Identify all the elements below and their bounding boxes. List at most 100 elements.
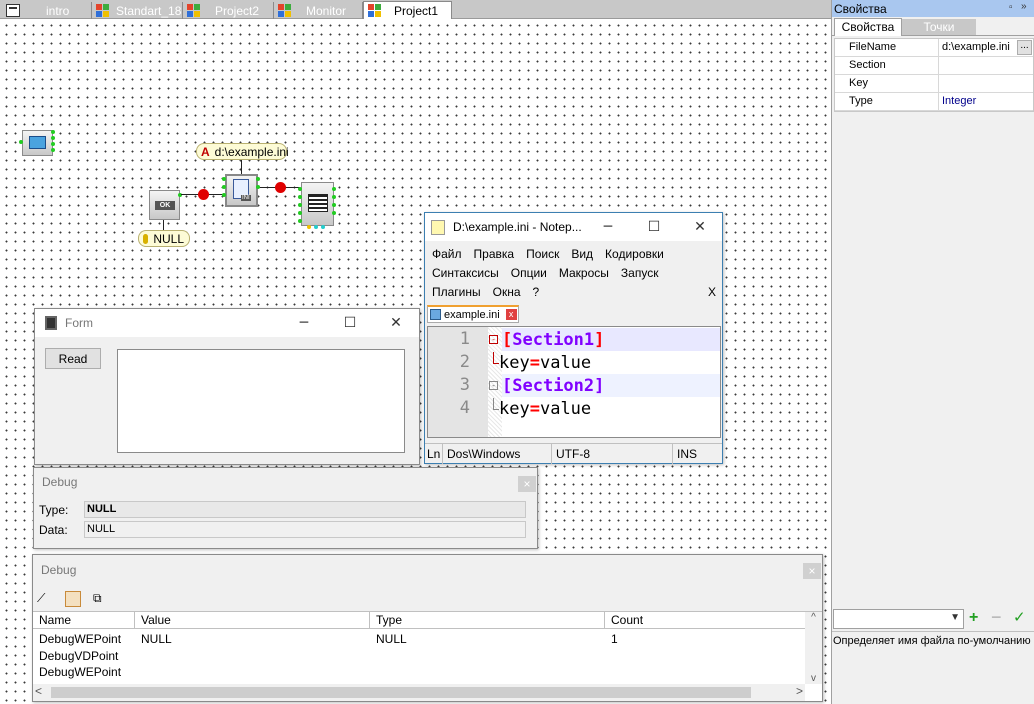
menu-file[interactable]: Файл bbox=[432, 247, 462, 261]
read-button[interactable]: Read bbox=[45, 348, 101, 369]
minimize-button[interactable]: ─ bbox=[281, 309, 327, 337]
probe-icon[interactable]: ⟋ bbox=[37, 591, 55, 607]
close-button[interactable]: × bbox=[803, 563, 821, 579]
menu-edit[interactable]: Правка bbox=[474, 247, 515, 261]
point-dot[interactable] bbox=[222, 177, 226, 181]
scroll-thumb[interactable] bbox=[51, 687, 751, 698]
point-dot[interactable] bbox=[307, 225, 311, 229]
tab-points[interactable]: Точки bbox=[902, 19, 976, 35]
property-row[interactable]: FileName d:\example.ini ... bbox=[835, 39, 1033, 57]
property-row[interactable]: Type Integer bbox=[835, 93, 1033, 111]
column-header-type[interactable]: Type bbox=[370, 612, 605, 628]
collapse-icon[interactable]: » bbox=[1021, 1, 1032, 14]
menu-close-button[interactable]: X bbox=[708, 285, 716, 299]
point-dot[interactable] bbox=[298, 211, 302, 215]
pin-icon[interactable]: ▫ bbox=[1009, 2, 1020, 13]
point-dot[interactable] bbox=[298, 219, 302, 223]
fold-minus-icon[interactable]: - bbox=[489, 381, 498, 390]
close-button[interactable]: × bbox=[518, 476, 536, 492]
remove-icon[interactable]: − bbox=[991, 607, 1002, 628]
maximize-button[interactable]: ☐ bbox=[327, 309, 373, 337]
point-dot[interactable] bbox=[298, 195, 302, 199]
data-value[interactable]: NULL bbox=[84, 521, 526, 538]
menu-options[interactable]: Опции bbox=[511, 266, 547, 280]
table-cell-count[interactable]: 1 bbox=[611, 632, 618, 646]
close-button[interactable]: ✕ bbox=[677, 213, 723, 241]
point-dot[interactable] bbox=[256, 177, 260, 181]
column-header-count[interactable]: Count bbox=[605, 612, 805, 628]
chevron-down-icon[interactable]: ▼ bbox=[950, 612, 960, 623]
editor-area[interactable]: 1 - [Section1] 2 key = value 3 - [Section2… bbox=[427, 326, 721, 438]
table-cell-type[interactable]: NULL bbox=[376, 632, 407, 646]
point-dot[interactable] bbox=[222, 185, 226, 189]
close-icon[interactable]: x bbox=[505, 309, 517, 320]
debug-component[interactable] bbox=[301, 182, 334, 226]
apply-check-icon[interactable]: ✓ bbox=[1013, 608, 1026, 626]
point-dot[interactable] bbox=[332, 195, 336, 199]
point-dot[interactable] bbox=[321, 225, 325, 229]
column-header-value[interactable]: Value bbox=[135, 612, 370, 628]
tab-project1[interactable]: Project1 bbox=[363, 1, 452, 19]
menu-macros[interactable]: Макросы bbox=[559, 266, 609, 280]
tab-project2[interactable]: Project2 bbox=[183, 2, 274, 19]
form-component[interactable] bbox=[22, 130, 53, 156]
ini-key: key bbox=[499, 352, 530, 373]
ini-component[interactable]: INI bbox=[225, 174, 258, 207]
table-cell-name[interactable]: DebugWEPoint bbox=[39, 632, 121, 646]
property-value[interactable] bbox=[939, 75, 1033, 92]
minimize-button[interactable]: ─ bbox=[585, 213, 631, 241]
tab-properties[interactable]: Свойства bbox=[834, 18, 902, 36]
menu-view[interactable]: Вид bbox=[571, 247, 593, 261]
property-value[interactable]: Integer bbox=[939, 93, 1033, 110]
menu-run[interactable]: Запуск bbox=[621, 266, 659, 280]
link-break-dot[interactable] bbox=[198, 189, 209, 200]
menu-search[interactable]: Поиск bbox=[526, 247, 559, 261]
menu-syntax[interactable]: Синтаксисы bbox=[432, 266, 499, 280]
point-dot[interactable] bbox=[51, 142, 55, 146]
point-dot[interactable] bbox=[332, 187, 336, 191]
horizontal-scrollbar[interactable]: < > bbox=[33, 684, 805, 701]
memo-box[interactable] bbox=[117, 349, 405, 453]
point-dot[interactable] bbox=[332, 203, 336, 207]
link-break-dot[interactable] bbox=[275, 182, 286, 193]
table-cell-name[interactable]: DebugWEPoint bbox=[39, 665, 121, 679]
column-header-name[interactable]: Name bbox=[33, 612, 135, 628]
property-row[interactable]: Key bbox=[835, 75, 1033, 93]
menu-plugins[interactable]: Плагины bbox=[432, 285, 481, 299]
point-dot[interactable] bbox=[51, 136, 55, 140]
point-dot[interactable] bbox=[332, 211, 336, 215]
maximize-button[interactable]: ☐ bbox=[631, 213, 677, 241]
point-dot[interactable] bbox=[51, 148, 55, 152]
menu-help[interactable]: ? bbox=[533, 285, 540, 299]
tab-intro[interactable]: intro bbox=[2, 2, 92, 19]
point-dot[interactable] bbox=[51, 130, 55, 134]
add-icon[interactable]: + bbox=[969, 609, 978, 627]
point-dot[interactable] bbox=[222, 193, 226, 197]
tab-standart-18[interactable]: Standart_18 bbox=[92, 2, 183, 19]
property-row[interactable]: Section bbox=[835, 57, 1033, 75]
window-icon bbox=[29, 136, 46, 149]
value-combo[interactable]: ▼ bbox=[833, 609, 964, 629]
edit-icon[interactable] bbox=[65, 591, 81, 607]
property-value[interactable] bbox=[939, 57, 1033, 74]
point-dot[interactable] bbox=[298, 187, 302, 191]
menu-encoding[interactable]: Кодировки bbox=[605, 247, 664, 261]
tab-monitor[interactable]: Monitor bbox=[274, 2, 363, 19]
point-dot[interactable] bbox=[314, 225, 318, 229]
debug-titlebar[interactable]: Debug bbox=[34, 468, 537, 496]
table-cell-name[interactable]: DebugVDPoint bbox=[39, 649, 118, 663]
menu-windows[interactable]: Окна bbox=[493, 285, 521, 299]
browse-button[interactable]: ... bbox=[1017, 40, 1032, 55]
point-dot[interactable] bbox=[19, 140, 23, 144]
table-cell-value[interactable]: NULL bbox=[141, 632, 172, 646]
fold-minus-icon[interactable]: - bbox=[489, 335, 498, 344]
button-component[interactable]: OK bbox=[149, 190, 180, 220]
point-dot[interactable] bbox=[256, 185, 260, 189]
debug-titlebar[interactable]: Debug bbox=[33, 555, 822, 585]
vertical-scrollbar[interactable]: ^ v bbox=[805, 612, 822, 684]
close-button[interactable]: ✕ bbox=[373, 309, 419, 337]
property-value[interactable]: d:\example.ini bbox=[939, 39, 1017, 56]
file-tab[interactable]: example.ini x bbox=[427, 305, 519, 323]
point-dot[interactable] bbox=[298, 203, 302, 207]
copy-icon[interactable]: ⧉ bbox=[93, 591, 109, 607]
